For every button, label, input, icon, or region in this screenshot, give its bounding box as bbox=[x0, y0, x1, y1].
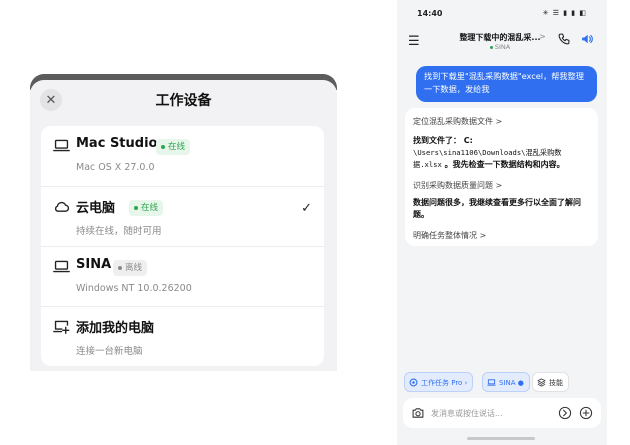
task-icon bbox=[409, 378, 418, 387]
step-link-identify-issues[interactable]: 识别采购数据质量问题 > bbox=[413, 180, 502, 191]
check-icon: ✓ bbox=[301, 201, 312, 216]
cloud-icon bbox=[54, 201, 70, 212]
found-file-text: 找到文件了： C: \Users\sina1106\Downloads\混乱采购… bbox=[413, 135, 585, 171]
add-computer-item[interactable]: 添加我的电脑 连接一台新电脑 bbox=[41, 306, 324, 366]
add-computer-icon bbox=[53, 320, 70, 334]
found-prefix: 找到文件了： C: bbox=[413, 136, 473, 145]
phone-icon[interactable] bbox=[557, 32, 571, 46]
status-badge: 离线 bbox=[113, 260, 148, 276]
plus-icon[interactable] bbox=[579, 406, 593, 420]
device-subtitle: SINA bbox=[445, 43, 555, 51]
device-item-mac-studio[interactable]: Mac Studio 在线 Mac OS X 27.0.0 bbox=[41, 126, 324, 186]
message-input-bar bbox=[403, 398, 601, 428]
status-time: 14:40 bbox=[417, 9, 443, 18]
chip-work-task-pro[interactable]: 工作任务 Pro › bbox=[404, 372, 474, 392]
home-indicator bbox=[467, 437, 535, 440]
user-message-bubble: 找到下载里"混乱采购数据"excel，帮我整理一下数据，发给我 bbox=[416, 66, 597, 102]
device-name: Mac Studio bbox=[76, 136, 158, 151]
chip-label: 工作任务 Pro › bbox=[421, 379, 468, 387]
chat-header: ☰ 整理下载中的混乱采... > SINA bbox=[397, 28, 607, 58]
chip-bar: 工作任务 Pro › SINA ● 技能 bbox=[397, 372, 607, 394]
message-input[interactable] bbox=[431, 404, 541, 422]
device-name: 云电脑 bbox=[76, 201, 116, 216]
status-bar: 14:40 ✳ ☰ ▮ ▮ ◧ bbox=[397, 0, 607, 28]
step-link-task-overview[interactable]: 明确任务整体情况 > bbox=[413, 230, 486, 241]
device-detail: Windows NT 10.0.26200 bbox=[76, 283, 192, 294]
device-item-cloud-pc[interactable]: 云电脑 在线 持续在线，随时可用 ✓ bbox=[41, 186, 324, 246]
device-item-sina[interactable]: SINA 离线 Windows NT 10.0.26200 bbox=[41, 246, 324, 306]
laptop-icon bbox=[53, 139, 70, 152]
camera-icon[interactable] bbox=[411, 406, 425, 420]
status-badge: 在线 bbox=[156, 139, 191, 155]
device-detail: Mac OS X 27.0.0 bbox=[76, 162, 155, 173]
laptop-icon bbox=[487, 379, 496, 386]
chip-label: 技能 bbox=[549, 379, 563, 387]
found-suffix: 。我先检查一下数据结构和内容。 bbox=[444, 160, 565, 169]
issue-text: 数据问题很多，我继续查看更多行以全面了解问题。 bbox=[413, 198, 581, 219]
assistant-message-card: 定位混乱采购数据文件 > 找到文件了： C: \Users\sina1106\D… bbox=[405, 108, 598, 246]
online-dot-icon bbox=[489, 45, 493, 49]
device-subtitle-label: SINA bbox=[494, 43, 511, 51]
work-devices-sheet: ✕ 工作设备 Mac Studio 在线 Mac OS X 27.0.0 云电脑… bbox=[30, 80, 337, 371]
chip-device-sina[interactable]: SINA ● bbox=[482, 372, 530, 392]
status-badge: 在线 bbox=[129, 200, 164, 216]
sheet-title: 工作设备 bbox=[155, 93, 212, 109]
device-list: Mac Studio 在线 Mac OS X 27.0.0 云电脑 在线 持续在… bbox=[41, 126, 324, 366]
status-icons: ✳ ☰ ▮ ▮ ◧ bbox=[542, 9, 587, 17]
chevron-right-icon: > bbox=[539, 32, 546, 41]
device-name: SINA bbox=[76, 257, 112, 272]
voice-icon[interactable] bbox=[558, 406, 572, 420]
phone-screen: 14:40 ✳ ☰ ▮ ▮ ◧ ☰ 整理下载中的混乱采... > SINA 找到… bbox=[397, 0, 607, 445]
chip-skills[interactable]: 技能 bbox=[532, 372, 569, 392]
step-link-locate-file[interactable]: 定位混乱采购数据文件 > bbox=[413, 116, 502, 127]
device-name: 添加我的电脑 bbox=[76, 321, 155, 336]
skills-icon bbox=[537, 378, 546, 387]
chip-label: SINA ● bbox=[499, 379, 524, 387]
device-detail: 持续在线，随时可用 bbox=[76, 226, 162, 237]
menu-icon[interactable]: ☰ bbox=[408, 34, 420, 49]
speaker-icon[interactable] bbox=[580, 32, 594, 46]
device-detail: 连接一台新电脑 bbox=[76, 346, 143, 357]
laptop-icon bbox=[53, 260, 70, 273]
